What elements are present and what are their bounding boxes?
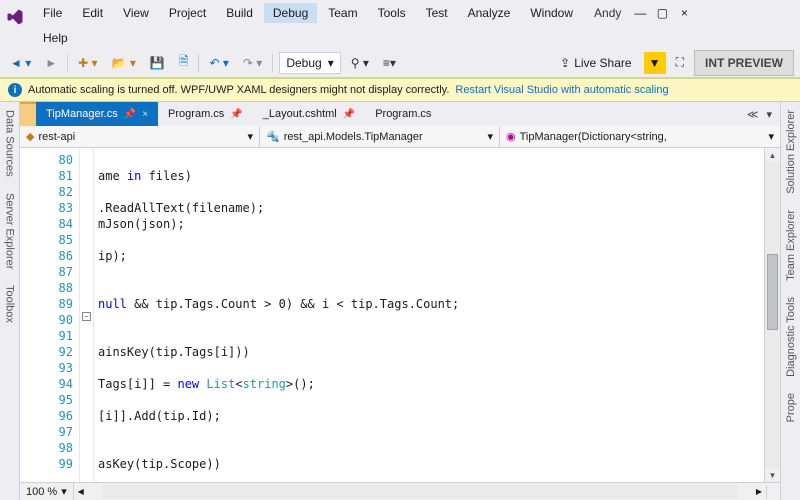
scroll-left-button[interactable]: ◀ [74, 485, 88, 499]
close-icon[interactable]: × [142, 109, 148, 120]
navigation-bar: ◆rest-api▾ 🔩rest_api.Models.TipManager▾ … [20, 126, 780, 148]
side-tab-team-explorer[interactable]: Team Explorer [783, 202, 799, 289]
side-tab-data-sources[interactable]: Data Sources [2, 102, 18, 185]
doc-tab-program-1[interactable]: Program.cs📌 [158, 102, 253, 126]
menu-view[interactable]: View [114, 3, 158, 23]
line-number-gutter: 8081828384858687888990919293949596979899 [20, 148, 80, 482]
outlining-margin[interactable]: − [80, 148, 94, 482]
scroll-thumb[interactable] [767, 254, 778, 331]
menu-edit[interactable]: Edit [73, 3, 112, 23]
tab-overflow-button[interactable]: ≪ [745, 108, 761, 121]
find-in-files-button[interactable]: ⚲ ▾ [347, 52, 373, 74]
menu-project[interactable]: Project [160, 3, 215, 23]
undo-button[interactable]: ↶ ▾ [205, 52, 232, 74]
split-view-handle[interactable] [766, 485, 780, 499]
horizontal-scrollbar: 100 %▾ ◀ ▶ [20, 482, 780, 500]
menu-analyze[interactable]: Analyze [459, 3, 520, 23]
menu-debug[interactable]: Debug [264, 3, 317, 23]
new-project-button[interactable]: ✚ ▾ [74, 52, 101, 74]
info-bar: i Automatic scaling is turned off. WPF/U… [0, 78, 800, 102]
info-message: Automatic scaling is turned off. WPF/UWP… [28, 84, 449, 96]
scroll-right-button[interactable]: ▶ [752, 485, 766, 499]
intellicode-filter-button[interactable]: ▼ [644, 52, 666, 74]
side-tab-server-explorer[interactable]: Server Explorer [2, 185, 18, 277]
doc-tab-layout[interactable]: _Layout.cshtml📌 [253, 102, 365, 126]
nav-project-dropdown[interactable]: ◆rest-api▾ [20, 126, 260, 147]
zoom-dropdown[interactable]: 100 %▾ [20, 483, 74, 500]
side-tab-solution-explorer[interactable]: Solution Explorer [783, 102, 799, 202]
scroll-up-button[interactable]: ▲ [765, 148, 780, 162]
menu-team[interactable]: Team [319, 3, 366, 23]
comment-block-button[interactable]: ≡▾ [379, 52, 400, 74]
save-all-button[interactable]: 🗎 [175, 52, 193, 74]
side-tab-toolbox[interactable]: Toolbox [2, 277, 18, 331]
int-preview-badge[interactable]: INT PREVIEW [694, 50, 794, 76]
info-icon: i [8, 83, 22, 97]
vs-logo-icon [4, 6, 26, 28]
open-file-button[interactable]: 📂 ▾ [108, 52, 140, 74]
menu-help[interactable]: Help [34, 28, 77, 48]
nav-back-button[interactable]: ◄ ▾ [6, 52, 35, 74]
preview-toggle[interactable]: ⛶ [672, 52, 688, 74]
menu-test[interactable]: Test [417, 3, 457, 23]
menu-bar: File Edit View Project Build Debug Team … [0, 0, 800, 48]
hscroll-track[interactable] [102, 485, 738, 499]
editor-area: TipManager.cs📌× Program.cs📌 _Layout.csht… [20, 102, 780, 500]
pinned-tab-group-marker [20, 102, 36, 126]
menu-build[interactable]: Build [217, 3, 262, 23]
menu-tools[interactable]: Tools [369, 3, 415, 23]
menu-file[interactable]: File [34, 3, 71, 23]
save-button[interactable]: 💾 [146, 52, 169, 74]
close-button[interactable]: × [675, 4, 693, 22]
pin-icon[interactable]: 📌 [230, 109, 242, 120]
configuration-dropdown[interactable]: Debug▾ [279, 52, 340, 74]
menu-window[interactable]: Window [521, 3, 582, 23]
doc-tab-program-2[interactable]: Program.cs [365, 102, 441, 126]
maximize-button[interactable]: ▢ [653, 4, 671, 22]
side-tab-properties[interactable]: Prope [783, 385, 799, 430]
doc-tab-tipmanager[interactable]: TipManager.cs📌× [36, 102, 158, 126]
nav-forward-button[interactable]: ► [41, 52, 61, 74]
side-tab-diagnostic-tools[interactable]: Diagnostic Tools [783, 289, 799, 385]
standard-toolbar: ◄ ▾ ► ✚ ▾ 📂 ▾ 💾 🗎 ↶ ▾ ↷ ▾ Debug▾ ⚲ ▾ ≡▾ … [0, 48, 800, 78]
redo-button[interactable]: ↷ ▾ [239, 52, 266, 74]
signed-in-user[interactable]: Andy [588, 2, 627, 24]
fold-toggle-icon[interactable]: − [82, 312, 91, 321]
tab-dropdown-button[interactable]: ▾ [764, 108, 774, 121]
scroll-down-button[interactable]: ▼ [765, 468, 780, 482]
document-tab-strip: TipManager.cs📌× Program.cs📌 _Layout.csht… [20, 102, 780, 126]
pin-icon[interactable]: 📌 [343, 109, 355, 120]
live-share-button[interactable]: ⇪ Live Share [554, 52, 637, 74]
info-restart-link[interactable]: Restart Visual Studio with automatic sca… [455, 84, 668, 96]
left-tool-tabs: Data Sources Server Explorer Toolbox [0, 102, 20, 500]
nav-member-dropdown[interactable]: ◉TipManager(Dictionary<string,▾ [500, 126, 780, 147]
minimize-button[interactable]: — [631, 4, 649, 22]
nav-class-dropdown[interactable]: 🔩rest_api.Models.TipManager▾ [260, 126, 500, 147]
code-editor[interactable]: ame in files).ReadAllText(filename);mJso… [94, 148, 764, 482]
vertical-scrollbar[interactable]: ▲ ▼ [764, 148, 780, 482]
right-tool-tabs: Solution Explorer Team Explorer Diagnost… [780, 102, 800, 500]
pin-icon[interactable]: 📌 [124, 109, 136, 120]
